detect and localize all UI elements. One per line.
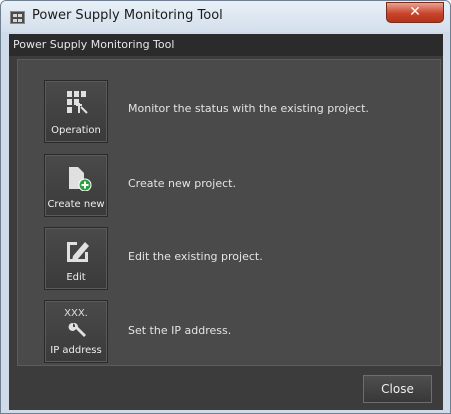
ip-icon-text: XXX. [64, 308, 88, 319]
close-button-label: Close [381, 382, 414, 396]
app-window: Power Supply Monitoring Tool ✕ Power Sup… [0, 0, 451, 414]
create-new-button[interactable]: Create new [44, 154, 108, 217]
operation-label: Operation [51, 125, 101, 136]
edit-description: Edit the existing project. [128, 250, 263, 263]
menu-panel: Operation Monitor the status with the ex… [17, 59, 441, 366]
edit-button[interactable]: Edit [44, 227, 108, 290]
operation-button[interactable]: Operation [44, 80, 108, 143]
title-bar: Power Supply Monitoring Tool ✕ [1, 1, 450, 32]
app-icon [10, 11, 25, 24]
ip-address-description: Set the IP address. [128, 324, 232, 337]
header-bar: Power Supply Monitoring Tool [9, 34, 443, 56]
header-title: Power Supply Monitoring Tool [13, 38, 175, 51]
window-close-button[interactable]: ✕ [386, 2, 444, 23]
pencil-edit-icon [67, 242, 89, 262]
ip-address-button[interactable]: XXX. IP address [44, 300, 108, 363]
create-new-description: Create new project. [128, 177, 236, 190]
create-new-label: Create new [47, 199, 105, 210]
close-icon: ✕ [409, 4, 421, 20]
edit-label: Edit [66, 272, 86, 283]
new-document-plus-icon [69, 167, 92, 191]
close-button[interactable]: Close [363, 375, 432, 403]
operation-description: Monitor the status with the existing pro… [128, 102, 369, 115]
ip-address-label: IP address [50, 345, 102, 356]
window-title: Power Supply Monitoring Tool [32, 8, 223, 23]
client-area: Power Supply Monitoring Tool Operation M… [9, 34, 443, 410]
wrench-icon [68, 322, 86, 337]
operation-icon [67, 91, 88, 114]
